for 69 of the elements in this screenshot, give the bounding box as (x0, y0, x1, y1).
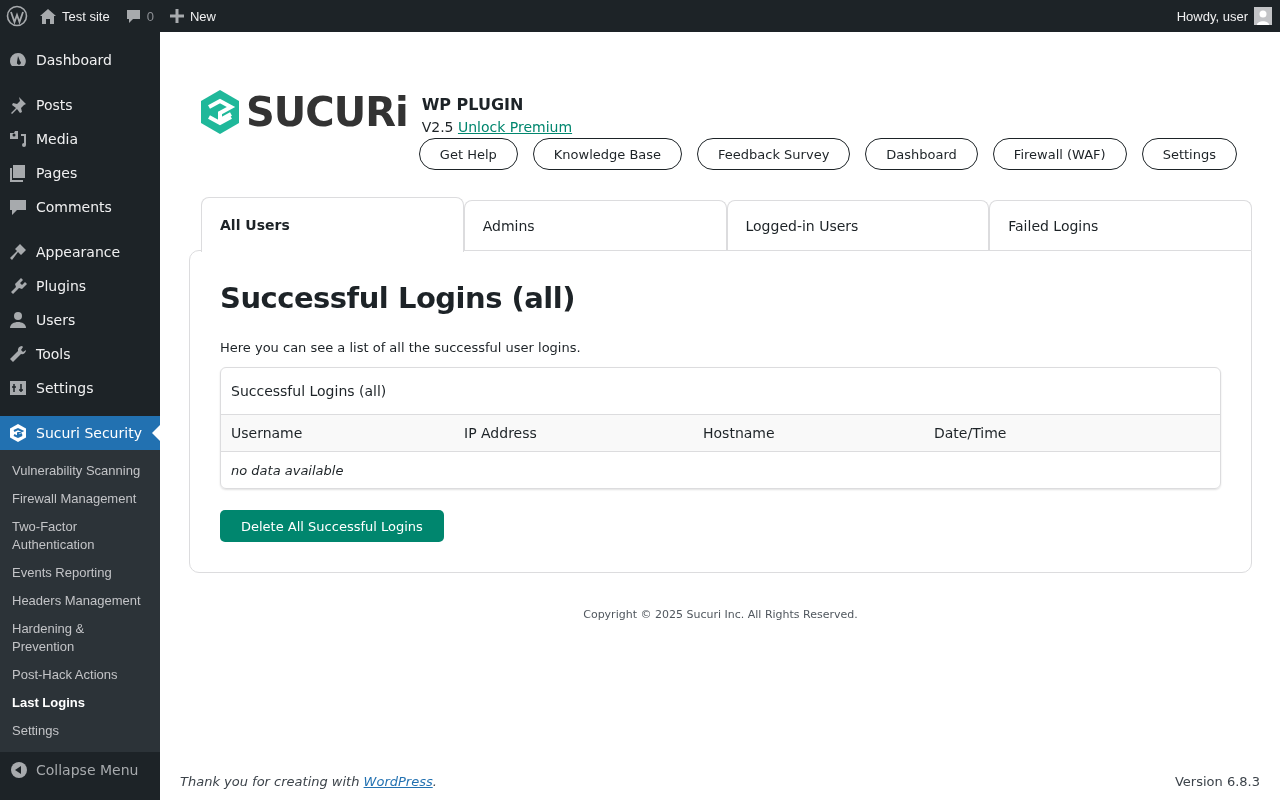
column-header: IP Address (463, 425, 538, 441)
header-button[interactable]: Feedback Survey (697, 138, 851, 170)
submenu-item[interactable]: Events Reporting (0, 559, 160, 587)
footer-thanks: Thank you for creating with WordPress. (180, 774, 437, 789)
submenu-item[interactable]: Headers Management (0, 587, 160, 615)
header-button[interactable]: Get Help (418, 138, 518, 170)
plus-icon (169, 9, 184, 23)
tab[interactable]: Logged-in Users (726, 200, 990, 250)
comment-count: 0 (146, 8, 154, 24)
pages-icon (8, 163, 28, 183)
tab[interactable]: Admins (463, 200, 727, 250)
speech-bubble-icon (125, 8, 141, 24)
greeting: Howdy, user (1176, 8, 1248, 24)
description: Here you can see a list of all the successful user logins. (220, 340, 582, 355)
submenu-item[interactable]: Firewall Management (0, 485, 160, 513)
unlock-premium-link[interactable]: Unlock Premium (457, 119, 573, 135)
header-button[interactable]: Knowledge Base (532, 138, 683, 170)
submenu-item[interactable]: Last Logins (0, 689, 160, 717)
menu-item[interactable]: Comments (0, 190, 160, 224)
submenu-item[interactable]: Two-Factor Authentication (0, 513, 160, 559)
submenu-item[interactable]: Hardening & Prevention (0, 615, 160, 661)
shield-logo-icon (8, 423, 28, 443)
new-label: New (189, 8, 216, 24)
submenu-item[interactable]: Post-Hack Actions (0, 661, 160, 689)
menu-item[interactable]: Users (0, 303, 160, 337)
collapse-menu-button[interactable]: Collapse Menu (0, 752, 160, 788)
menu-item[interactable]: Pages (0, 156, 160, 190)
page-title: Successful Logins (all) (220, 280, 576, 317)
product-name: WP PLUGIN (421, 95, 525, 114)
copyright: Copyright © 2025 Sucuri Inc. All Rights Reserved. (582, 608, 859, 621)
home-icon (40, 8, 56, 24)
version-label: V2.5 (421, 119, 454, 135)
wordpress-logo-icon[interactable] (6, 5, 28, 27)
sucuri-logo: SUCURi (200, 89, 408, 135)
version-text: Version 6.8.3 (1175, 774, 1260, 789)
sliders-icon (8, 378, 28, 398)
menu-item[interactable]: Media (0, 122, 160, 156)
new-link[interactable]: New (161, 0, 224, 32)
column-header: Date/Time (933, 425, 1008, 441)
column-header: Username (230, 425, 304, 441)
submenu-item[interactable]: Vulnerability Scanning (0, 457, 160, 485)
column-header: Hostname (702, 425, 776, 441)
site-link[interactable]: Test site (32, 0, 118, 32)
header-button[interactable]: Settings (1141, 138, 1237, 170)
menu-item[interactable]: Settings (0, 371, 160, 405)
avatar-icon (1254, 7, 1272, 25)
tab[interactable]: All Users (201, 197, 464, 252)
user-icon (8, 310, 28, 330)
header-button[interactable]: Dashboard (865, 138, 978, 170)
speech-bubble-icon (8, 197, 28, 217)
empty-message: no data available (230, 461, 345, 480)
site-name: Test site (62, 8, 110, 24)
tab[interactable]: Failed Logins (989, 200, 1252, 250)
menu-item[interactable]: Sucuri Security (0, 416, 160, 450)
menu-item[interactable]: Appearance (0, 235, 160, 269)
menu-item[interactable]: Plugins (0, 269, 160, 303)
left-arrow-circle-icon (10, 761, 28, 779)
hexagon-logo-icon (200, 89, 240, 135)
menu-item[interactable]: Posts (0, 88, 160, 122)
camera-music-icon (8, 129, 28, 149)
menu-item[interactable]: Dashboard (0, 43, 160, 77)
wrench-icon (8, 344, 28, 364)
account-link[interactable]: Howdy, user (1168, 0, 1280, 32)
wordpress-link[interactable]: WordPress (363, 774, 433, 789)
delete-logins-button[interactable]: Delete All Successful Logins (220, 510, 444, 542)
submenu-item[interactable]: Settings (0, 717, 160, 745)
menu-item[interactable]: Tools (0, 337, 160, 371)
header-button[interactable]: Firewall (WAF) (992, 138, 1127, 170)
comments-link[interactable]: 0 (117, 0, 162, 32)
